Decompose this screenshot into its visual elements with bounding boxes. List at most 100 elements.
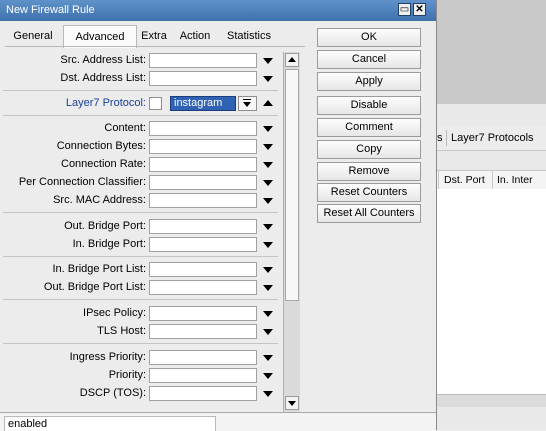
ok-button[interactable]: OK: [317, 28, 421, 47]
tabs-underline: [5, 46, 305, 47]
chevron-down-icon[interactable]: [263, 285, 273, 291]
src-address-list-field[interactable]: [149, 53, 257, 68]
chevron-down-icon[interactable]: [263, 242, 273, 248]
layer7-protocol-label: Layer7 Protocol:: [65, 97, 146, 109]
dialog-title: New Firewall Rule: [6, 4, 95, 16]
chevron-down-icon[interactable]: [263, 162, 273, 168]
src-mac-address-field[interactable]: [149, 193, 257, 208]
section-divider: [3, 299, 278, 300]
layer7-dropdown-button[interactable]: [238, 96, 257, 111]
comment-button[interactable]: Comment: [317, 118, 421, 137]
content-row: Content:: [0, 121, 282, 137]
status-text: enabled: [4, 416, 216, 431]
chevron-down-icon[interactable]: [263, 198, 273, 204]
ipsec-policy-label: IPsec Policy:: [83, 307, 146, 319]
title-bar[interactable]: New Firewall Rule ▭ ✕: [0, 0, 436, 21]
in-bridge-port-field[interactable]: [149, 237, 257, 252]
in-bridge-port-list-label: In. Bridge Port List:: [52, 263, 146, 275]
chevron-down-icon[interactable]: [263, 355, 273, 361]
column-header-in-interface[interactable]: In. Inter: [497, 174, 533, 186]
in-bridge-port-list-field[interactable]: [149, 262, 257, 277]
per-connection-classifier-field[interactable]: [149, 175, 257, 190]
reset-all-counters-button[interactable]: Reset All Counters: [317, 204, 421, 223]
reset-counters-button[interactable]: Reset Counters: [317, 183, 421, 202]
out-bridge-port-label: Out. Bridge Port:: [64, 220, 146, 232]
content-field[interactable]: [149, 121, 257, 136]
column-header-dst-port[interactable]: Dst. Port: [444, 174, 485, 186]
remove-button[interactable]: Remove: [317, 162, 421, 181]
scroll-down-button[interactable]: [285, 396, 299, 410]
chevron-down-icon[interactable]: [263, 76, 273, 82]
background-tab-partial[interactable]: s: [437, 132, 443, 144]
new-firewall-rule-dialog: New Firewall Rule ▭ ✕ General Advanced E…: [0, 0, 437, 431]
tab-statistics[interactable]: Statistics: [219, 27, 279, 46]
connection-bytes-label: Connection Bytes:: [56, 140, 146, 152]
cancel-button[interactable]: Cancel: [317, 50, 421, 69]
layer7-protocol-select[interactable]: instagram: [170, 96, 236, 111]
out-bridge-port-field[interactable]: [149, 219, 257, 234]
section-divider: [3, 90, 278, 91]
in-bridge-port-row: In. Bridge Port:: [0, 237, 282, 253]
out-bridge-port-list-field[interactable]: [149, 280, 257, 295]
chevron-down-icon[interactable]: [263, 144, 273, 150]
dscp-tos-field[interactable]: [149, 386, 257, 401]
tab-layer7-protocols[interactable]: Layer7 Protocols: [451, 132, 534, 144]
scroll-up-button[interactable]: [285, 53, 299, 67]
tab-general[interactable]: General: [7, 27, 59, 46]
priority-row: Priority:: [0, 368, 282, 384]
copy-button[interactable]: Copy: [317, 140, 421, 159]
chevron-down-icon[interactable]: [263, 180, 273, 186]
layer7-negate-checkbox[interactable]: [149, 97, 162, 110]
form-vertical-scrollbar[interactable]: [283, 52, 300, 412]
tab-action[interactable]: Action: [175, 27, 215, 46]
connection-bytes-field[interactable]: [149, 139, 257, 154]
apply-button[interactable]: Apply: [317, 72, 421, 91]
content-label: Content:: [104, 122, 146, 134]
tls-host-field[interactable]: [149, 324, 257, 339]
per-connection-classifier-label: Per Connection Classifier:: [18, 176, 146, 188]
restore-button[interactable]: ▭: [398, 3, 411, 16]
tab-advanced[interactable]: Advanced: [63, 25, 137, 48]
dscp-tos-label: DSCP (TOS):: [79, 387, 146, 399]
disable-button[interactable]: Disable: [317, 96, 421, 115]
close-button[interactable]: ✕: [413, 3, 426, 16]
connection-rate-row: Connection Rate:: [0, 157, 282, 173]
chevron-down-icon[interactable]: [263, 126, 273, 132]
tls-host-label: TLS Host:: [97, 325, 146, 337]
chevron-down-icon[interactable]: [263, 58, 273, 64]
background-toolbar-area: [436, 0, 546, 104]
chevron-down-icon[interactable]: [263, 329, 273, 335]
connection-rate-label: Connection Rate:: [61, 158, 146, 170]
priority-field[interactable]: [149, 368, 257, 383]
dst-address-list-field[interactable]: [149, 71, 257, 86]
chevron-down-icon[interactable]: [263, 224, 273, 230]
chevron-down-icon[interactable]: [263, 267, 273, 273]
connection-rate-field[interactable]: [149, 157, 257, 172]
out-bridge-port-row: Out. Bridge Port:: [0, 219, 282, 235]
src-address-list-label: Src. Address List:: [60, 54, 146, 66]
src-address-list-row: Src. Address List:: [0, 53, 282, 69]
table-header: Dst. Port In. Inter: [436, 170, 546, 190]
ingress-priority-label: Ingress Priority:: [69, 351, 146, 363]
tls-host-row: TLS Host:: [0, 324, 282, 340]
status-bar: enabled: [0, 412, 436, 431]
priority-label: Priority:: [108, 369, 146, 381]
chevron-down-icon[interactable]: [263, 391, 273, 397]
ipsec-policy-field[interactable]: [149, 306, 257, 321]
scroll-thumb[interactable]: [285, 69, 299, 301]
dscp-tos-row: DSCP (TOS):: [0, 386, 282, 402]
chevron-down-icon[interactable]: [263, 311, 273, 317]
background-horizontal-scrollbar[interactable]: [436, 394, 546, 407]
tab-separator: [446, 130, 447, 146]
ingress-priority-field[interactable]: [149, 350, 257, 365]
tab-extra[interactable]: Extra: [137, 27, 171, 46]
section-divider: [3, 343, 278, 344]
column-separator: [492, 171, 493, 189]
rules-list[interactable]: [436, 189, 546, 394]
chevron-down-icon[interactable]: [263, 373, 273, 379]
ingress-priority-row: Ingress Priority:: [0, 350, 282, 366]
chevron-up-icon[interactable]: [263, 100, 273, 106]
background-tabs: s Layer7 Protocols: [436, 126, 546, 151]
chevron-down-icon: [288, 401, 296, 406]
advanced-form: Src. Address List: Dst. Address List: La…: [0, 49, 306, 411]
